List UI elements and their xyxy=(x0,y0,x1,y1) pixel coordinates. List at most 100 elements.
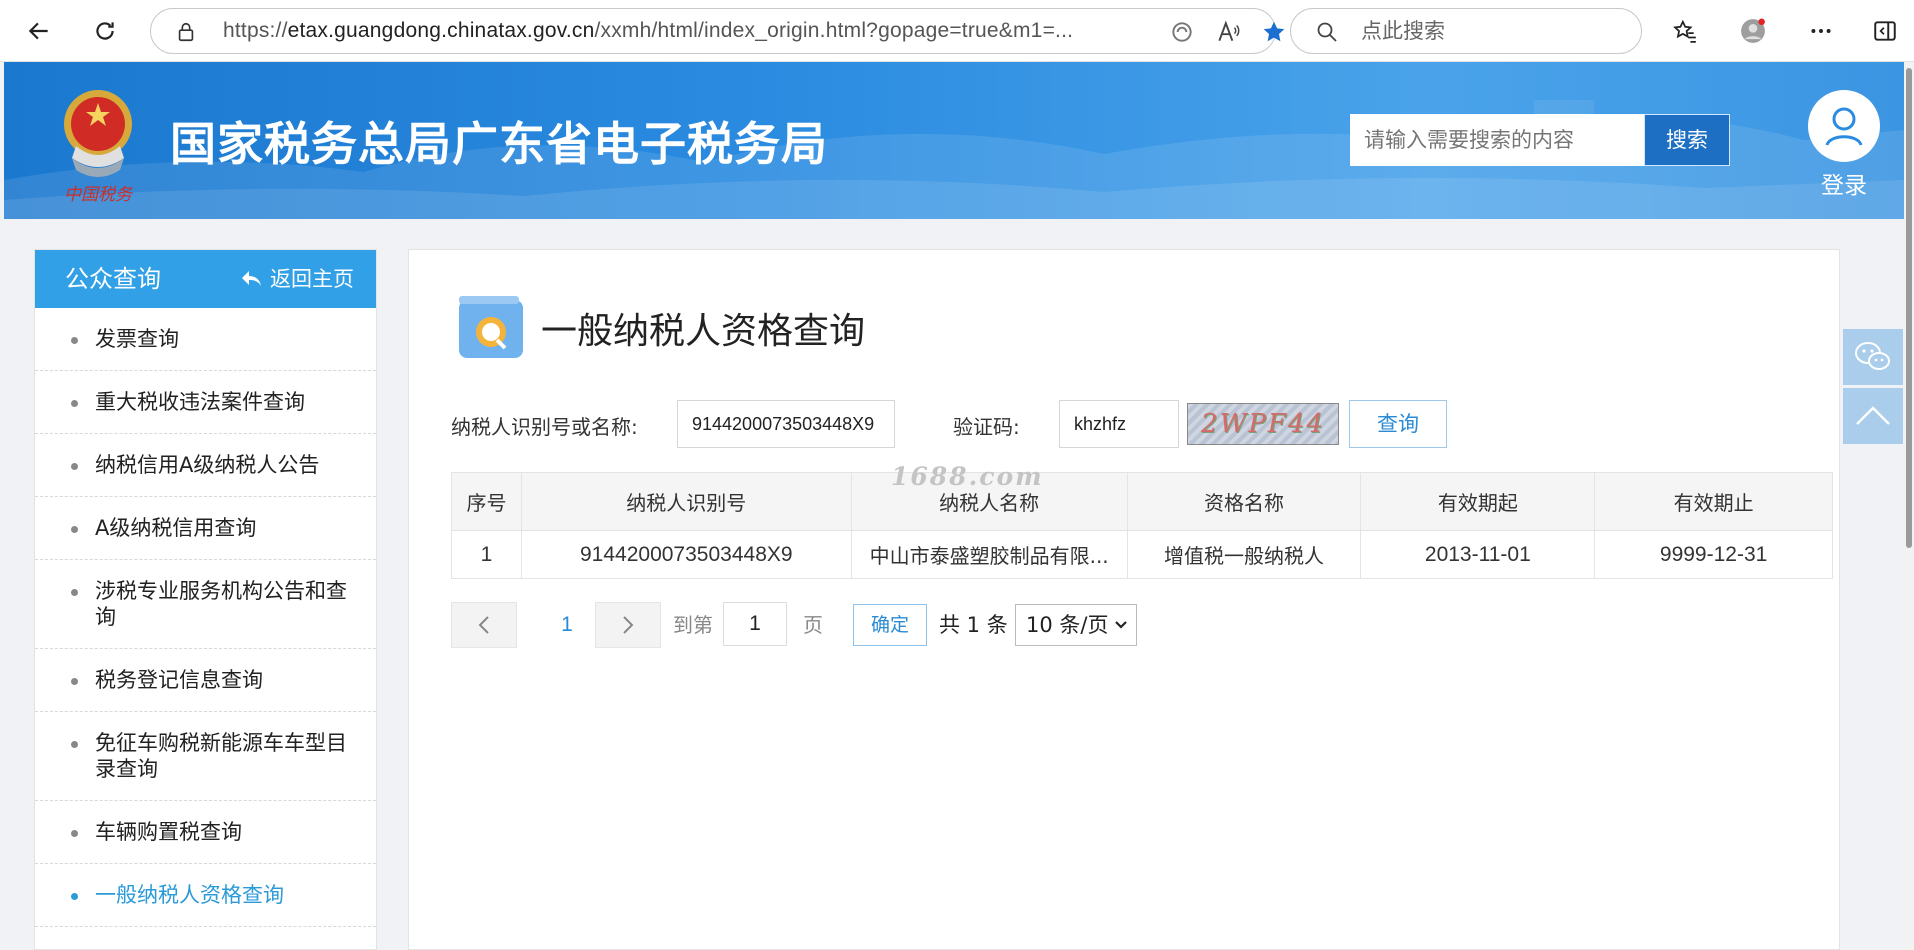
return-arrow-icon xyxy=(242,271,261,286)
cell-valid-from: 2013-11-01 xyxy=(1360,530,1596,579)
favorite-star-icon[interactable] xyxy=(1261,19,1287,45)
sidebar-item-registration-query[interactable]: 税务登记信息查询 xyxy=(35,649,376,712)
chevron-down-icon xyxy=(1115,621,1127,629)
browser-search-box[interactable]: 点此搜索 xyxy=(1290,8,1642,54)
bullet-icon xyxy=(71,678,78,685)
sidebar-item-label: A级纳税信用查询 xyxy=(95,516,257,540)
login-button[interactable]: 登录 xyxy=(1804,90,1884,200)
bullet-icon xyxy=(71,400,78,407)
prev-page-button[interactable] xyxy=(451,602,517,648)
chevron-left-icon xyxy=(478,616,489,634)
sidebar-item-label: 一般纳税人资格查询 xyxy=(95,883,284,907)
login-label: 登录 xyxy=(1821,173,1867,199)
sidebar-title: 公众查询 xyxy=(65,265,161,293)
bullet-icon xyxy=(71,463,78,470)
sidebar-icon[interactable] xyxy=(1864,10,1906,52)
column-header: 纳税人识别号 xyxy=(520,472,852,531)
taxpayer-id-input[interactable]: 9144200073503448X9 xyxy=(677,400,895,448)
sidebar-item-label: 纳税信用A级纳税人公告 xyxy=(95,453,320,477)
sidebar-item-label: 免征车购税新能源车车型目录查询 xyxy=(95,731,347,781)
sidebar-item-label: 重大税收违法案件查询 xyxy=(95,390,305,414)
national-emblem: 中国税务 xyxy=(64,90,134,204)
back-to-top-button[interactable] xyxy=(1843,388,1903,444)
back-icon[interactable] xyxy=(18,10,60,52)
chevron-right-icon xyxy=(623,616,634,634)
site-header: 中国税务 国家税务总局广东省电子税务局 搜索 登录 xyxy=(4,62,1904,219)
wechat-icon xyxy=(1855,342,1890,370)
sidebar-item-invoice-query[interactable]: 发票查询 xyxy=(35,308,376,371)
main-panel: 一般纳税人资格查询 纳税人识别号或名称: 9144200073503448X9 … xyxy=(408,249,1840,950)
search-icon xyxy=(1317,22,1337,42)
column-header: 资格名称 xyxy=(1126,472,1362,531)
table-row: 1 9144200073503448X9 中山市泰盛塑胶制品有限... 增值税一… xyxy=(451,530,1833,579)
back-home-label: 返回主页 xyxy=(270,267,354,291)
tracking-icon[interactable] xyxy=(1169,19,1195,45)
sidebar-item-label: 发票查询 xyxy=(95,327,179,351)
cell-valid-to: 9999-12-31 xyxy=(1594,530,1833,579)
profile-icon[interactable] xyxy=(1732,10,1774,52)
page-size-value: 10 条/页 xyxy=(1026,613,1109,637)
captcha-image[interactable]: 2WPF44 xyxy=(1187,403,1339,445)
taxpayer-id-label: 纳税人识别号或名称: xyxy=(451,415,638,439)
sidebar-item-major-violation-query[interactable]: 重大税收违法案件查询 xyxy=(35,371,376,434)
bullet-icon xyxy=(71,830,78,837)
goto-label: 到第 xyxy=(673,613,713,637)
next-page-button[interactable] xyxy=(595,602,661,648)
pagination: 1 到第 1 页 确定 共 1 条 10 条/页 xyxy=(451,602,1251,648)
browser-toolbar: https://etax.guangdong.chinatax.gov.cn/x… xyxy=(0,0,1914,62)
result-table: 序号 纳税人识别号 纳税人名称 资格名称 有效期起 有效期止 1 9144200… xyxy=(451,472,1833,579)
site-search-button[interactable]: 搜索 xyxy=(1644,114,1730,166)
sidebar-item-a-credit-query[interactable]: A级纳税信用查询 xyxy=(35,497,376,560)
sidebar-item-new-energy-vehicle-query[interactable]: 免征车购税新能源车车型目录查询 xyxy=(35,712,376,801)
query-button[interactable]: 查询 xyxy=(1349,400,1447,448)
sidebar-header: 公众查询 返回主页 xyxy=(35,250,376,308)
current-page[interactable]: 1 xyxy=(547,602,587,648)
more-icon[interactable] xyxy=(1800,10,1842,52)
page-scrollbar[interactable] xyxy=(1904,62,1914,950)
refresh-icon[interactable] xyxy=(84,10,126,52)
watermark: 1688.com xyxy=(891,462,1044,491)
sidebar-item-a-credit-announcement[interactable]: 纳税信用A级纳税人公告 xyxy=(35,434,376,497)
cell-taxpayer-name: 中山市泰盛塑胶制品有限... xyxy=(850,530,1128,579)
goto-page-input[interactable]: 1 xyxy=(723,602,787,646)
site-search-input[interactable] xyxy=(1350,114,1644,166)
lock-icon[interactable] xyxy=(175,21,197,43)
goto-confirm-button[interactable]: 确定 xyxy=(853,604,927,646)
site-search: 搜索 xyxy=(1350,114,1734,166)
cell-index: 1 xyxy=(451,530,522,579)
browser-search-placeholder: 点此搜索 xyxy=(1361,19,1445,43)
table-header-row: 序号 纳税人识别号 纳税人名称 资格名称 有效期起 有效期止 xyxy=(451,472,1833,531)
wechat-float-button[interactable] xyxy=(1843,329,1903,385)
back-home-link[interactable]: 返回主页 xyxy=(240,250,354,308)
total-count: 共 1 条 xyxy=(939,613,1008,637)
sidebar-item-tax-agency-query[interactable]: 涉税专业服务机构公告和查询 xyxy=(35,560,376,649)
sidebar-item-general-taxpayer-query[interactable]: 一般纳税人资格查询 xyxy=(35,864,376,927)
sidebar: 公众查询 返回主页 发票查询 重大税收违法案件查询 纳税信用A级纳税人公告 A级… xyxy=(34,249,377,950)
page-title: 一般纳税人资格查询 xyxy=(541,311,866,352)
bullet-icon xyxy=(71,337,78,344)
read-aloud-icon[interactable] xyxy=(1215,19,1241,45)
favorites-icon[interactable] xyxy=(1664,10,1706,52)
captcha-label: 验证码: xyxy=(953,415,1020,439)
bullet-icon xyxy=(71,741,78,748)
bullet-icon xyxy=(71,893,78,900)
url-text: https://etax.guangdong.chinatax.gov.cn/x… xyxy=(223,19,1074,42)
sidebar-item-label: 税务登记信息查询 xyxy=(95,668,263,692)
chevron-up-icon xyxy=(1856,406,1890,425)
cell-qualification: 增值税一般纳税人 xyxy=(1126,530,1362,579)
bullet-icon xyxy=(71,526,78,533)
column-header: 有效期起 xyxy=(1360,472,1596,531)
column-header: 序号 xyxy=(451,472,522,531)
page-size-select[interactable]: 10 条/页 xyxy=(1015,604,1137,646)
sidebar-item-label: 涉税专业服务机构公告和查询 xyxy=(95,579,347,629)
scrollbar-thumb[interactable] xyxy=(1906,68,1912,548)
user-avatar-icon xyxy=(1808,90,1880,162)
emblem-text: 中国税务 xyxy=(64,185,134,204)
page-unit-label: 页 xyxy=(803,613,823,637)
cell-taxpayer-id: 9144200073503448X9 xyxy=(520,530,852,579)
address-bar[interactable]: https://etax.guangdong.chinatax.gov.cn/x… xyxy=(150,8,1285,54)
bullet-icon xyxy=(71,589,78,596)
sidebar-item-vehicle-tax-query[interactable]: 车辆购置税查询 xyxy=(35,801,376,864)
column-header: 有效期止 xyxy=(1594,472,1833,531)
captcha-input[interactable]: khzhfz xyxy=(1059,400,1179,448)
